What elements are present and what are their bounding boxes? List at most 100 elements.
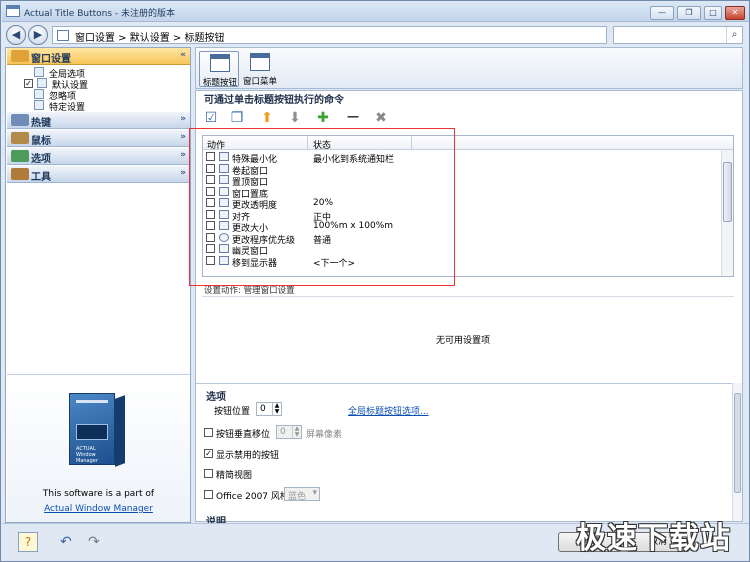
address-bar: ◀ ▶ 窗口设置 > 默认设置 > 标题按钮 ⌕ [2, 23, 749, 47]
tab-title-buttons[interactable]: 标题按钮 [199, 51, 239, 88]
help-icon[interactable]: ? [18, 532, 38, 552]
promo-panel: ACTUAL Window Manager This software is a… [7, 374, 190, 522]
window-menu-icon [250, 53, 270, 71]
chevron-down-icon[interactable]: » [180, 150, 186, 160]
chevron-up-icon[interactable]: « [180, 50, 186, 60]
stepper-value: 0 [280, 427, 286, 437]
tab-label: 标题按钮 [202, 78, 237, 88]
show-disabled-label: 显示禁用的按钮 [216, 451, 280, 461]
chevron-down-icon[interactable]: » [180, 132, 186, 142]
box-screen [76, 424, 108, 440]
sidebar-cat-label: 窗口设置 [31, 54, 71, 65]
close-button[interactable]: ✕ [725, 6, 745, 20]
sidebar-cat-options[interactable]: 选项 » [7, 148, 190, 165]
restore-button[interactable]: ❐ [677, 6, 701, 20]
promo-link-wrap: Actual Window Manager [7, 504, 190, 514]
chevron-down-icon[interactable]: » [180, 168, 186, 178]
highlight-box [189, 128, 455, 286]
add-icon[interactable]: ✚ [314, 109, 332, 127]
global-title-buttons-link[interactable]: 全局标题按钮选项... [348, 404, 429, 417]
sidebar-cat-hotkeys[interactable]: 热键 » [7, 112, 190, 129]
title-bar: Actual Title Buttons - 未注册的版本 — ❐ □ ✕ [2, 2, 749, 22]
sidebar: 窗口设置 « 全局选项 ✓ 默认设置 忽略项 特定设置 热键 » 鼠标 » 选项… [5, 47, 191, 523]
promo-text: This software is a part of [42, 489, 155, 499]
check-all-icon[interactable]: ☑ [202, 109, 220, 127]
vertical-offset-unit: 屏幕像素 [306, 430, 343, 440]
scroll-thumb[interactable] [734, 393, 741, 493]
specific-settings-icon [34, 100, 44, 110]
box-stripe [76, 400, 108, 403]
sidebar-cat-window-settings[interactable]: 窗口设置 « [7, 48, 190, 65]
watermark-text: 极速下载站 [576, 521, 731, 556]
stepper-arrows-icon[interactable]: ▲ ▼ [272, 403, 281, 415]
sidebar-cat-label: 选项 [31, 154, 51, 165]
default-settings-icon [37, 78, 47, 88]
search-input[interactable]: ⌕ [613, 26, 743, 44]
product-box-side [115, 395, 125, 467]
title-buttons-icon [210, 54, 230, 72]
forward-button[interactable]: ▶ [28, 25, 48, 45]
redo-icon[interactable]: ↷ [88, 534, 108, 550]
button-position-label: 按钮位置 [214, 407, 251, 417]
vertical-offset-checkbox[interactable] [204, 428, 213, 437]
copy-icon[interactable]: ❐ [228, 109, 246, 127]
office-style-select[interactable]: 蓝色 ▾ [284, 487, 320, 502]
tab-toolbar: 标题按钮 窗口菜单 [195, 47, 743, 89]
breadcrumb[interactable]: 窗口设置 > 默认设置 > 标题按钮 [52, 26, 607, 44]
button-position-stepper[interactable]: 0 ▲ ▼ [256, 402, 282, 416]
tab-label: 窗口菜单 [242, 77, 277, 87]
separator-icon[interactable]: ━━ [340, 109, 366, 127]
sidebar-item-global-options[interactable]: 全局选项 [22, 67, 182, 80]
undo-icon[interactable]: ↶ [60, 534, 80, 550]
office-style-checkbox[interactable] [204, 490, 213, 499]
grid-scrollbar[interactable] [721, 150, 733, 276]
mouse-icon [11, 132, 29, 144]
sidebar-item-default-settings[interactable]: ✓ 默认设置 [10, 78, 170, 91]
app-window: Actual Title Buttons - 未注册的版本 — ❐ □ ✕ ◀ … [0, 0, 750, 562]
chevron-down-icon[interactable]: » [180, 114, 186, 124]
options-scrollbar[interactable] [732, 383, 742, 521]
move-up-icon[interactable]: ⬆ [258, 109, 276, 127]
maximize-button[interactable]: □ [704, 6, 722, 20]
sidebar-cat-mouse[interactable]: 鼠标 » [7, 130, 190, 147]
window-title: Actual Title Buttons - 未注册的版本 [24, 9, 176, 19]
vertical-offset-stepper[interactable]: 0 ▲ ▼ [276, 425, 302, 439]
no-settings-text: 无可用设置项 [436, 336, 491, 346]
minimize-button[interactable]: — [650, 6, 674, 20]
options-header: 选项 [206, 392, 226, 403]
commands-header: 可通过单击标题按钮执行的命令 [204, 95, 344, 106]
scroll-thumb[interactable] [723, 162, 732, 222]
sidebar-cat-label: 鼠标 [31, 136, 51, 147]
tab-window-menu[interactable]: 窗口菜单 [240, 51, 280, 87]
search-icon[interactable]: ⌕ [726, 27, 742, 43]
chevron-down-icon[interactable]: ▾ [312, 488, 317, 498]
divider [196, 383, 742, 384]
show-disabled-checkbox[interactable]: ✓ [204, 449, 213, 458]
delete-icon[interactable]: ✖ [372, 109, 390, 127]
global-options-icon [34, 67, 44, 77]
back-button[interactable]: ◀ [6, 25, 26, 45]
stepper-arrows-icon[interactable]: ▲ ▼ [292, 426, 301, 438]
sidebar-item-specific-settings[interactable]: 特定设置 [22, 100, 182, 113]
tools-icon [11, 168, 29, 180]
box-caption: ACTUAL Window Manager [76, 446, 114, 464]
select-value: 蓝色 [288, 492, 307, 502]
stepper-value: 0 [260, 404, 266, 414]
sidebar-cat-tools[interactable]: 工具 » [7, 166, 190, 183]
office-style-label: Office 2007 风格 [216, 492, 289, 502]
box-title: Window Manager [76, 452, 98, 464]
product-box-image: ACTUAL Window Manager [69, 393, 115, 465]
keyboard-icon [11, 114, 29, 126]
window-settings-icon [11, 50, 29, 62]
vertical-offset-label: 按钮垂直移位 [216, 430, 271, 440]
compact-view-checkbox[interactable] [204, 469, 213, 478]
compact-view-label: 精简视图 [216, 471, 253, 481]
checkbox[interactable]: ✓ [24, 79, 33, 88]
window-icon [57, 30, 69, 41]
move-down-icon[interactable]: ⬇ [286, 109, 304, 127]
app-icon [6, 5, 20, 17]
exclusions-icon [34, 89, 44, 99]
sidebar-cat-label: 热键 [31, 118, 51, 129]
sidebar-item-exclusions[interactable]: 忽略项 [22, 89, 182, 102]
promo-link[interactable]: Actual Window Manager [44, 504, 153, 514]
